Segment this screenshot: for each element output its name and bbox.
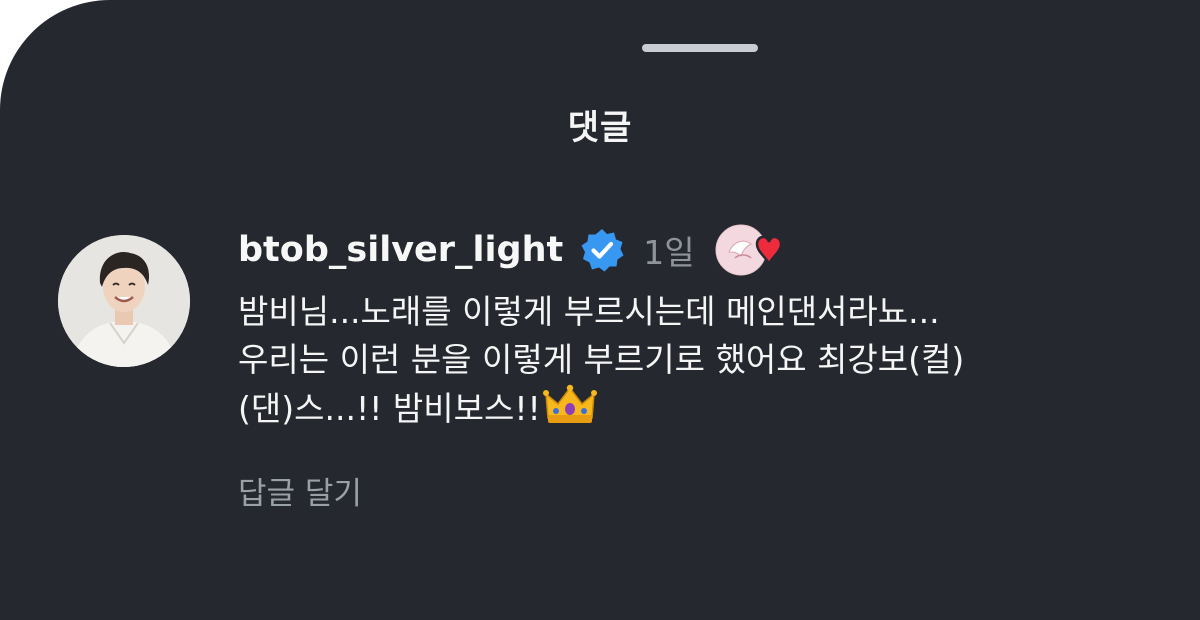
sheet-grab-handle[interactable]: [642, 44, 758, 52]
comment-time: 1일: [643, 233, 695, 272]
comment-line-3: (댄)스...!! 밤비보스!!: [238, 384, 1178, 439]
comment-line-3-text: (댄)스...!! 밤비보스!!: [238, 389, 541, 428]
reply-button[interactable]: 답글 달기: [238, 468, 362, 513]
commenter-avatar[interactable]: [58, 235, 190, 367]
comment-line-1: 밤비님...노래를 이렇게 부르시는데 메인댄서라뇨...: [238, 292, 940, 331]
comment-header: btob_silver_light 1일: [238, 222, 793, 278]
creator-liked-indicator: [713, 222, 793, 278]
sheet-title: 댓글: [567, 108, 633, 148]
avatar-photo: [58, 235, 190, 367]
comments-sheet: 댓글 btob_silver_light 1일 밤비님...노래를 이렇게 부르…: [0, 0, 1200, 620]
comment-line-2: 우리는 이런 분을 이렇게 부르기로 했어요 최강보(컬): [238, 340, 965, 379]
comment-username[interactable]: btob_silver_light: [238, 230, 563, 270]
verified-badge-icon: [579, 227, 625, 273]
comment-text: 밤비님...노래를 이렇게 부르시는데 메인댄서라뇨... 우리는 이런 분을 …: [238, 288, 1178, 439]
crown-emoji-icon: [542, 384, 597, 439]
